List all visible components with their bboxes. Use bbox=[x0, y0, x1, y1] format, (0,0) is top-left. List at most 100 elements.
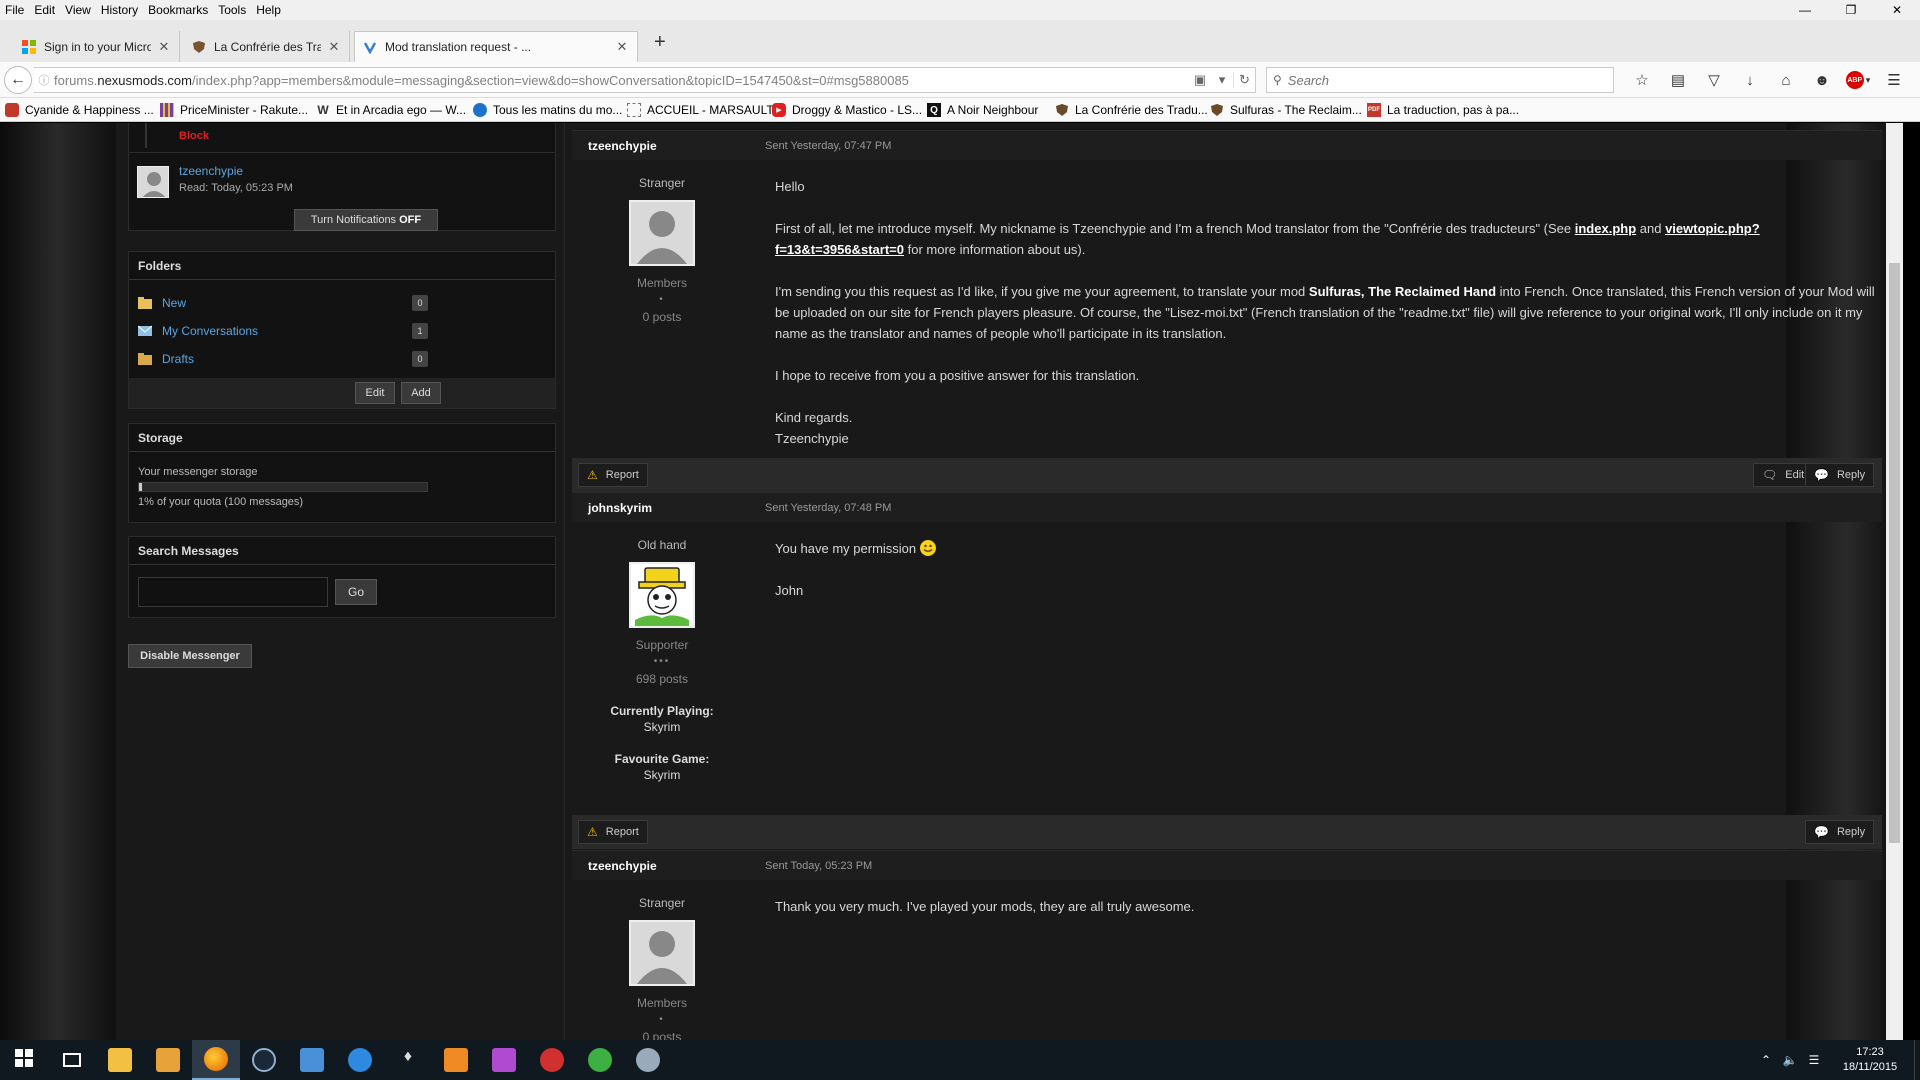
menu-bookmarks[interactable]: Bookmarks bbox=[143, 0, 213, 20]
message-author[interactable]: tzeenchypie bbox=[588, 859, 657, 873]
taskbar-app-purple[interactable] bbox=[480, 1040, 528, 1080]
bookmark-item[interactable]: ACCUEIL - MARSAULT bbox=[627, 101, 774, 119]
minimize-button[interactable]: — bbox=[1782, 0, 1828, 20]
bookmark-item[interactable]: Q A Noir Neighbour bbox=[927, 101, 1038, 119]
folder-my-conversations[interactable]: My Conversations 1 bbox=[137, 320, 428, 342]
block-link[interactable]: Block bbox=[179, 130, 209, 142]
edit-folders-button[interactable]: Edit bbox=[355, 382, 395, 404]
taskbar-firefox[interactable] bbox=[192, 1040, 240, 1080]
adblock-icon[interactable]: ABP ▾ bbox=[1840, 68, 1876, 92]
disable-messenger-button[interactable]: Disable Messenger bbox=[128, 644, 252, 668]
taskbar-media-player[interactable] bbox=[144, 1040, 192, 1080]
bookmark-favicon bbox=[160, 103, 174, 117]
taskbar-store[interactable] bbox=[288, 1040, 336, 1080]
tab-mod-translation[interactable]: Mod translation request - ... ✕ bbox=[354, 31, 638, 62]
close-window-button[interactable]: ✕ bbox=[1874, 0, 1920, 20]
home-icon[interactable]: ⌂ bbox=[1768, 68, 1804, 92]
rank-pips: ••• bbox=[653, 656, 671, 667]
avatar[interactable] bbox=[629, 562, 695, 628]
reload-icon[interactable]: ↻ bbox=[1233, 72, 1255, 88]
vertical-scrollbar[interactable] bbox=[1886, 123, 1903, 1040]
index-link[interactable]: index.php bbox=[1575, 221, 1636, 236]
bookmark-item[interactable]: PriceMinister - Rakute... bbox=[160, 101, 308, 119]
message-author[interactable]: tzeenchypie bbox=[588, 139, 657, 153]
participant-read-status: Read: Today, 05:23 PM bbox=[179, 182, 293, 194]
search-messages-input[interactable] bbox=[138, 577, 328, 607]
folder-count-badge: 1 bbox=[412, 323, 428, 339]
report-button[interactable]: ⚠ Report bbox=[578, 820, 648, 844]
hamburger-menu-icon[interactable]: ☰ bbox=[1876, 68, 1912, 92]
go-button[interactable]: Go bbox=[335, 579, 377, 605]
new-tab-button[interactable]: + bbox=[654, 31, 666, 54]
menu-edit[interactable]: Edit bbox=[29, 0, 60, 20]
tab-microsoft-signin[interactable]: Sign in to your Microsoft ... ✕ bbox=[14, 31, 180, 62]
taskbar-app-red[interactable] bbox=[528, 1040, 576, 1080]
app-icon bbox=[540, 1048, 564, 1072]
page-info-icon[interactable]: ⓘ bbox=[34, 72, 54, 88]
show-desktop-button[interactable] bbox=[1914, 1040, 1920, 1080]
turn-notifications-off-button[interactable]: Turn Notifications OFF bbox=[294, 209, 438, 231]
notifications-icon[interactable]: ☰ bbox=[1802, 1053, 1826, 1067]
menu-history[interactable]: History bbox=[96, 0, 143, 20]
download-icon[interactable]: ↓ bbox=[1732, 68, 1768, 92]
task-view-button[interactable] bbox=[48, 1040, 96, 1080]
reply-button[interactable]: 💬 Reply bbox=[1805, 463, 1875, 487]
chat-icon[interactable]: ☻ bbox=[1804, 68, 1840, 92]
message-author[interactable]: johnskyrim bbox=[588, 501, 652, 515]
start-button[interactable] bbox=[0, 1040, 48, 1080]
menu-tools[interactable]: Tools bbox=[213, 0, 251, 20]
reply-button[interactable]: 💬 Reply bbox=[1805, 820, 1875, 844]
folder-drafts[interactable]: Drafts 0 bbox=[138, 348, 428, 370]
page-viewport: Block tzeenchypie Read: Today, 05:23 PM … bbox=[0, 123, 1903, 1040]
volume-icon[interactable]: 🔈 bbox=[1778, 1053, 1802, 1067]
bookmark-item[interactable]: Cyanide & Happiness ... bbox=[5, 101, 154, 119]
folder-new[interactable]: New 0 bbox=[138, 292, 428, 314]
bookmark-item[interactable]: W Et in Arcadia ego — W... bbox=[316, 101, 466, 119]
pocket-icon[interactable]: ▽ bbox=[1696, 68, 1732, 92]
taskbar-app-blue[interactable] bbox=[336, 1040, 384, 1080]
bookmark-item[interactable]: La Confrérie des Tradu... bbox=[1055, 101, 1208, 119]
bookmark-item[interactable]: ▶ Droggy & Mastico - LS... bbox=[772, 101, 922, 119]
menu-bar: File Edit View History Bookmarks Tools H… bbox=[0, 0, 1920, 20]
close-icon[interactable]: ✕ bbox=[615, 39, 629, 55]
taskbar-skyrim[interactable]: ♦ bbox=[384, 1040, 432, 1080]
user-rank: Stranger bbox=[638, 896, 686, 910]
user-group: Members bbox=[636, 276, 687, 290]
bookmark-item[interactable]: PDF La traduction, pas à pa... bbox=[1367, 101, 1519, 119]
url-bar[interactable]: ⓘ forums.nexusmods.com/index.php?app=mem… bbox=[34, 67, 1256, 93]
folder-icon bbox=[108, 1048, 132, 1072]
bookmark-item[interactable]: Tous les matins du mo... bbox=[473, 101, 622, 119]
menu-view[interactable]: View bbox=[60, 0, 96, 20]
search-input[interactable] bbox=[1287, 72, 1613, 88]
bookmark-star-icon[interactable]: ☆ bbox=[1624, 68, 1660, 92]
clock[interactable]: 17:23 18/11/2015 bbox=[1826, 1045, 1914, 1075]
menu-help[interactable]: Help bbox=[251, 0, 286, 20]
message-body: Hello First of all, let me introduce mys… bbox=[775, 179, 1875, 446]
tab-confrerie[interactable]: La Confrérie des Traducte... ✕ bbox=[184, 31, 350, 62]
participant-name[interactable]: tzeenchypie bbox=[179, 164, 243, 178]
close-icon[interactable]: ✕ bbox=[157, 39, 171, 55]
chevron-down-icon[interactable]: ▾ bbox=[1211, 72, 1233, 88]
taskbar-steam[interactable] bbox=[240, 1040, 288, 1080]
bookmark-item[interactable]: Sulfuras - The Reclaim... bbox=[1210, 101, 1362, 119]
reader-view-icon[interactable]: ▣ bbox=[1189, 72, 1211, 88]
message-header: tzeenchypie Sent Yesterday, 07:47 PM bbox=[572, 130, 1882, 160]
microsoft-icon bbox=[22, 39, 36, 54]
restore-button[interactable]: ❐ bbox=[1828, 0, 1874, 20]
back-button[interactable]: ← bbox=[4, 66, 32, 94]
taskbar-utorrent[interactable] bbox=[576, 1040, 624, 1080]
taskbar-explorer[interactable] bbox=[96, 1040, 144, 1080]
avatar[interactable] bbox=[629, 200, 695, 266]
add-folder-button[interactable]: Add bbox=[401, 382, 441, 404]
taskbar-app-gear[interactable] bbox=[624, 1040, 672, 1080]
chevron-up-icon[interactable]: ⌃ bbox=[1754, 1053, 1778, 1067]
taskbar-app-orange[interactable] bbox=[432, 1040, 480, 1080]
avatar[interactable] bbox=[629, 920, 695, 986]
search-box: ⚲ bbox=[1266, 67, 1614, 93]
report-button[interactable]: ⚠ Report bbox=[578, 463, 648, 487]
bookmarks-list-icon[interactable]: ▤ bbox=[1660, 68, 1696, 92]
storage-progress-fill bbox=[139, 483, 142, 491]
menu-file[interactable]: File bbox=[0, 0, 29, 20]
close-icon[interactable]: ✕ bbox=[327, 39, 341, 55]
scrollbar-thumb[interactable] bbox=[1889, 263, 1900, 843]
